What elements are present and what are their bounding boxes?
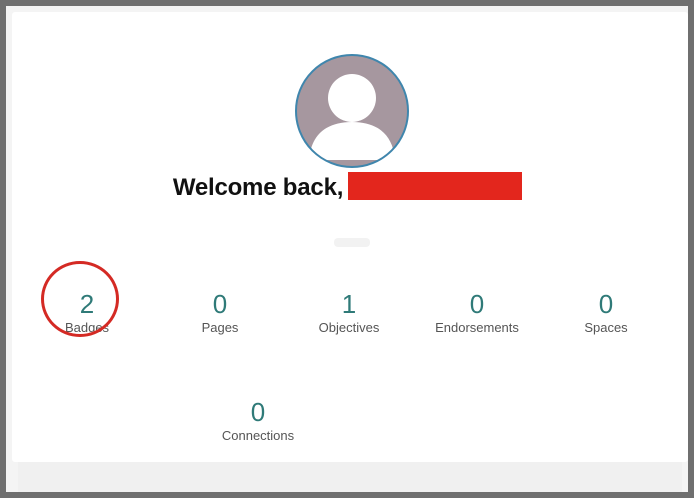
redacted-username (348, 172, 522, 200)
screenshot-frame: 2 Badges 0 Pages 1 Objectives 0 Endorsem… (6, 6, 688, 492)
welcome-text: Welcome back, (172, 174, 344, 201)
welcome-heading: Welcome back, (0, 170, 694, 206)
placeholder-bar (334, 238, 370, 247)
stat-objectives[interactable]: 1 Objectives (284, 290, 414, 335)
stat-pages[interactable]: 0 Pages (155, 290, 285, 335)
stat-connections-label: Connections (221, 428, 295, 443)
stat-connections-value: 0 (250, 397, 266, 427)
stat-endorsements-value: 0 (469, 289, 485, 319)
stat-badges-value: 2 (79, 289, 95, 319)
stat-endorsements[interactable]: 0 Endorsements (412, 290, 542, 335)
user-silhouette-icon (309, 74, 395, 160)
stat-objectives-value: 1 (341, 289, 357, 319)
stat-endorsements-label: Endorsements (435, 320, 519, 335)
profile-card: 2 Badges 0 Pages 1 Objectives 0 Endorsem… (12, 12, 688, 462)
avatar[interactable] (295, 54, 409, 168)
stat-spaces[interactable]: 0 Spaces (541, 290, 671, 335)
stat-spaces-value: 0 (598, 289, 614, 319)
stat-objectives-label: Objectives (318, 320, 380, 335)
next-section-edge (18, 462, 682, 492)
stat-badges[interactable]: 2 Badges (22, 290, 152, 335)
stat-pages-value: 0 (212, 289, 228, 319)
stat-connections[interactable]: 0 Connections (193, 398, 323, 443)
stat-spaces-label: Spaces (584, 320, 628, 335)
stat-badges-label: Badges (64, 320, 110, 335)
stat-pages-label: Pages (201, 320, 239, 335)
